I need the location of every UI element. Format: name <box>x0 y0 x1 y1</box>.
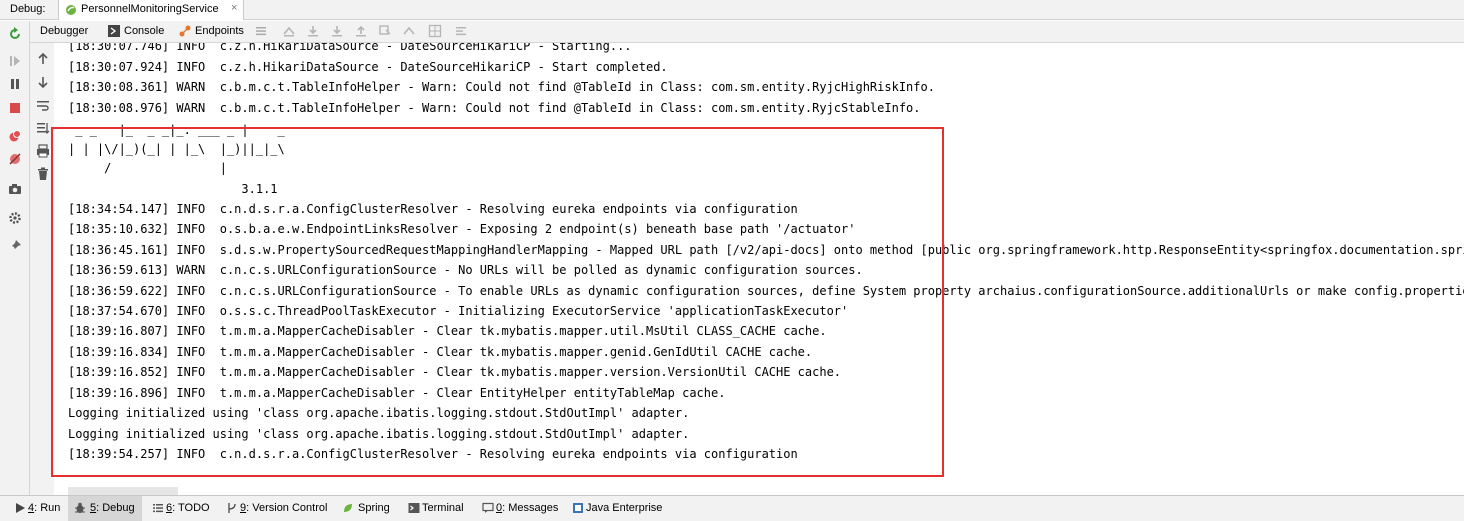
soft-wrap-icon[interactable] <box>36 98 50 112</box>
log-line: [18:35:10.632] INFO o.s.b.a.e.w.Endpoint… <box>68 222 856 236</box>
log-line: [18:30:08.976] WARN c.b.m.c.t.TableInfoH… <box>68 101 921 115</box>
step-over-icon[interactable] <box>306 24 320 38</box>
tool-window-bar: 4: Run 5: Debug 6: TODO 9: Version Contr… <box>0 495 1464 521</box>
ascii-banner-line: | | |\/|_)(_| | |_\ |_)||_|_\ <box>68 142 292 156</box>
log-line: [18:36:45.161] INFO s.d.s.w.PropertySour… <box>68 243 1464 257</box>
log-line: [18:30:08.361] WARN c.b.m.c.t.TableInfoH… <box>68 80 935 94</box>
camera-icon[interactable] <box>8 182 22 196</box>
java-enterprise-icon <box>573 503 583 513</box>
tool-run[interactable]: 4: Run <box>10 496 66 521</box>
terminal-icon <box>408 503 420 513</box>
branch-icon <box>228 503 236 513</box>
view-breakpoints-icon[interactable] <box>8 129 22 143</box>
run-to-cursor-icon[interactable] <box>402 24 416 38</box>
log-line: Logging initialized using 'class org.apa… <box>68 406 690 420</box>
tab-personnel-monitoring-service[interactable]: PersonnelMonitoringService × <box>58 0 244 20</box>
trace-icon[interactable] <box>454 24 468 38</box>
debug-title-bar: Debug: PersonnelMonitoringService × <box>0 0 1464 20</box>
step-out-icon[interactable] <box>354 24 368 38</box>
tool-messages-label: : Messages <box>502 502 559 514</box>
print-icon[interactable] <box>36 144 50 158</box>
todo-icon <box>153 504 163 513</box>
tool-version-control[interactable]: 9: Version Control <box>222 496 328 521</box>
console-side-toolbar <box>30 43 54 495</box>
scroll-to-end-icon[interactable] <box>36 121 50 135</box>
tool-todo-label: : TODO <box>172 502 210 514</box>
log-line: [18:30:07.924] INFO c.z.h.HikariDataSour… <box>68 60 668 74</box>
log-line: [18:39:16.852] INFO t.m.m.a.MapperCacheD… <box>68 365 842 379</box>
trash-icon[interactable] <box>36 167 50 181</box>
log-line: [18:37:54.670] INFO o.s.s.c.ThreadPoolTa… <box>68 304 849 318</box>
log-line: [18:30:07.746] INFO c.z.h.HikariDataSour… <box>68 43 632 53</box>
log-line: [18:36:59.622] INFO c.n.c.s.URLConfigura… <box>68 284 1464 298</box>
log-line: [18:39:54.257] INFO c.n.d.s.r.a.ConfigCl… <box>68 447 798 461</box>
step-into-icon[interactable] <box>330 24 344 38</box>
log-line: [18:34:54.147] INFO c.n.d.s.r.a.ConfigCl… <box>68 202 798 216</box>
endpoints-icon <box>179 25 191 37</box>
spring-boot-icon <box>66 5 76 15</box>
tool-java-enterprise[interactable]: Java Enterprise <box>568 496 664 521</box>
settings-icon[interactable] <box>8 211 22 225</box>
debug-side-toolbar <box>0 21 30 495</box>
log-line: [18:39:16.896] INFO t.m.m.a.MapperCacheD… <box>68 386 726 400</box>
tool-todo[interactable]: 6: TODO <box>148 496 212 521</box>
arrow-up-icon[interactable] <box>36 52 50 66</box>
banner-version: 3.1.1 <box>68 182 285 196</box>
resume-icon[interactable] <box>8 54 22 68</box>
tool-messages[interactable]: 0: Messages <box>478 496 558 521</box>
pin-icon[interactable] <box>8 239 22 253</box>
show-execution-point-icon[interactable] <box>282 24 296 38</box>
tool-spring[interactable]: Spring <box>338 496 394 521</box>
tool-java-enterprise-label: Java Enterprise <box>586 502 663 514</box>
console-icon <box>108 25 120 37</box>
tab-endpoints[interactable]: Endpoints <box>195 25 244 37</box>
tool-debug[interactable]: 5: Debug <box>68 496 142 521</box>
debugger-toolbar: Debugger Console Endpoints <box>30 21 1464 43</box>
stop-icon[interactable] <box>8 101 22 115</box>
tool-terminal-label: Terminal <box>422 502 464 514</box>
tool-debug-label: : Debug <box>96 502 135 514</box>
log-line: [18:36:59.613] WARN c.n.c.s.URLConfigura… <box>68 263 863 277</box>
tab-debugger[interactable]: Debugger <box>40 25 88 37</box>
evaluate-expression-icon[interactable] <box>428 24 442 38</box>
debug-label: Debug: <box>10 3 46 15</box>
ascii-banner-line: / | <box>68 161 292 175</box>
tool-vc-label: : Version Control <box>246 502 328 514</box>
pause-icon[interactable] <box>8 77 22 91</box>
tool-terminal[interactable]: Terminal <box>404 496 468 521</box>
menu-icon[interactable] <box>254 24 268 38</box>
run-icon <box>16 503 25 513</box>
messages-icon <box>482 502 494 513</box>
ascii-banner-line: _ _ |_ _ _|_. ___ _ | _ <box>68 123 292 137</box>
horizontal-scrollbar[interactable] <box>68 487 178 495</box>
console-output[interactable]: [18:30:07.746] INFO c.z.h.HikariDataSour… <box>54 43 1464 495</box>
bug-icon <box>75 502 85 513</box>
log-line: [18:39:16.807] INFO t.m.m.a.MapperCacheD… <box>68 324 827 338</box>
arrow-down-icon[interactable] <box>36 75 50 89</box>
mute-breakpoints-icon[interactable] <box>8 152 22 166</box>
spring-leaf-icon <box>344 504 352 512</box>
log-line: [18:39:16.834] INFO t.m.m.a.MapperCacheD… <box>68 345 813 359</box>
tab-console[interactable]: Console <box>124 25 164 37</box>
tool-spring-label: Spring <box>358 502 390 514</box>
close-icon[interactable]: × <box>231 2 237 14</box>
tool-run-label: : Run <box>34 502 61 514</box>
rerun-icon[interactable] <box>8 27 22 41</box>
drop-frame-icon[interactable] <box>378 24 392 38</box>
log-line: Logging initialized using 'class org.apa… <box>68 427 690 441</box>
tab-label: PersonnelMonitoringService <box>81 3 219 15</box>
